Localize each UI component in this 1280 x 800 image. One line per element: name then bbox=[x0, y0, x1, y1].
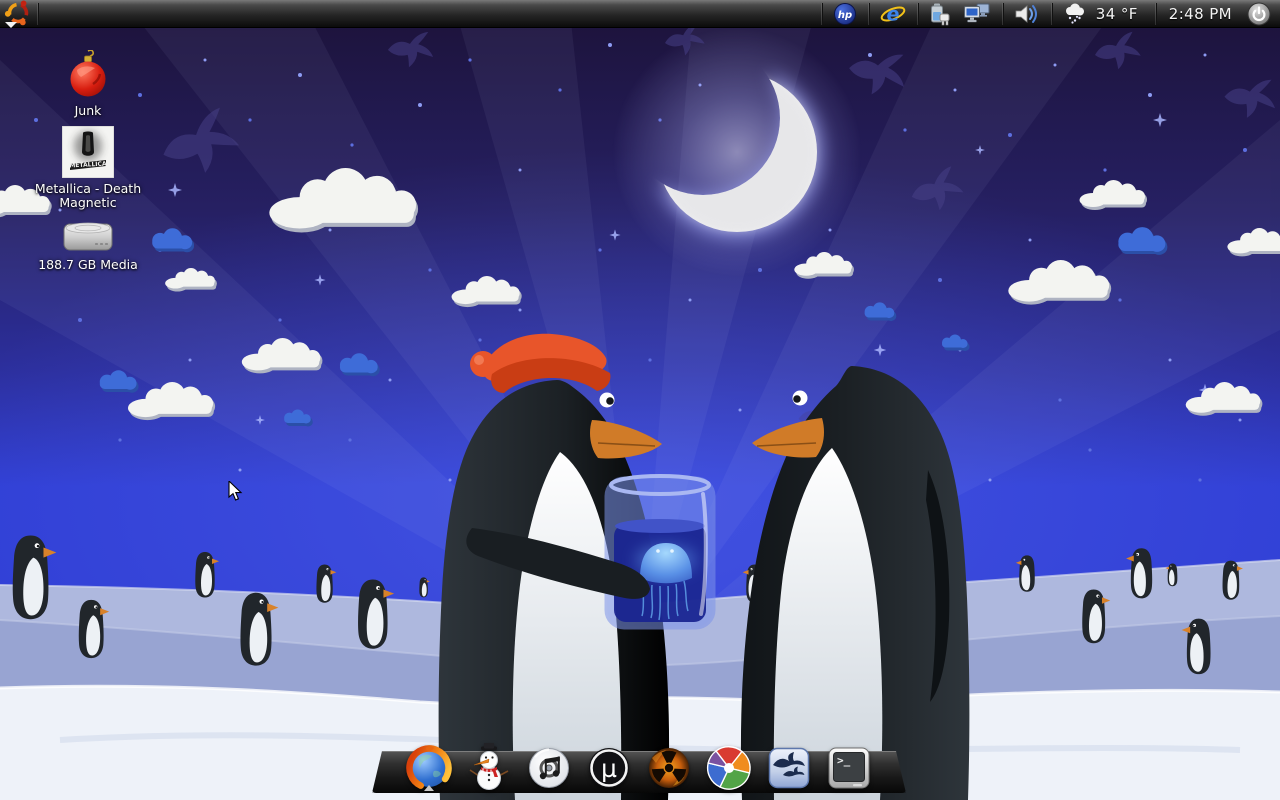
hard-drive-icon bbox=[63, 222, 113, 251]
panel-separator bbox=[820, 2, 822, 25]
volume-icon bbox=[1015, 4, 1037, 23]
terminal-icon: >_ bbox=[828, 747, 870, 789]
radiation-icon bbox=[649, 748, 689, 788]
desktop-icon-media-drive[interactable]: 188.7 GB Media bbox=[30, 218, 146, 272]
dock: µ >_ bbox=[372, 741, 906, 791]
album-cover-icon: METALLICA bbox=[62, 126, 114, 178]
svg-text:hp: hp bbox=[838, 10, 852, 21]
desktop-icon-junk[interactable]: Junk bbox=[30, 50, 146, 118]
svg-text:>_: >_ bbox=[837, 754, 851, 767]
power-icon bbox=[1247, 2, 1271, 25]
svg-text:e: e bbox=[886, 3, 899, 25]
desktop-icon-label: 188.7 GB Media bbox=[38, 257, 138, 272]
weather-applet[interactable]: 34 °F bbox=[1059, 2, 1148, 26]
right-penguin bbox=[740, 366, 970, 800]
internet-explorer-tray-icon[interactable]: e bbox=[876, 0, 910, 27]
clock[interactable]: 2:48 PM bbox=[1163, 5, 1238, 23]
menu-dropdown-arrow bbox=[5, 22, 17, 28]
panel-separator bbox=[867, 2, 869, 25]
dock-item-utorrent[interactable]: µ bbox=[586, 743, 632, 791]
top-panel: hp e 34 °F 2:48 PM bbox=[0, 0, 1280, 28]
openoffice-icon bbox=[768, 747, 810, 789]
panel-separator bbox=[1154, 2, 1156, 25]
desktop-icon-metallica[interactable]: METALLICA Metallica - Death Magnetic bbox=[30, 126, 146, 211]
dock-item-snowman[interactable] bbox=[466, 743, 512, 791]
dock-item-firefox[interactable] bbox=[406, 743, 452, 791]
battery-plug-icon bbox=[930, 3, 950, 25]
hp-tray-icon[interactable]: hp bbox=[829, 0, 861, 27]
panel-separator bbox=[1001, 2, 1003, 25]
dock-item-picasa[interactable] bbox=[706, 743, 752, 791]
utorrent-icon: µ bbox=[589, 748, 629, 788]
picasa-icon bbox=[706, 746, 751, 790]
internet-explorer-icon: e bbox=[880, 3, 906, 25]
snow-cloud-icon bbox=[1065, 3, 1084, 24]
svg-text:µ: µ bbox=[601, 754, 617, 783]
desktop-icon-label: Metallica - Death Magnetic bbox=[34, 181, 142, 211]
dock-item-terminal[interactable]: >_ bbox=[826, 743, 872, 791]
volume-tray-icon[interactable] bbox=[1010, 0, 1044, 27]
temperature-label: 34 °F bbox=[1095, 4, 1138, 23]
wallpaper-art bbox=[0, 0, 1280, 800]
network-tray-icon[interactable] bbox=[959, 0, 995, 27]
ubuntu-menu-button[interactable] bbox=[0, 0, 34, 28]
network-computers-icon bbox=[963, 3, 990, 22]
desktop-icon-label: Junk bbox=[74, 103, 102, 118]
hp-logo-icon: hp bbox=[833, 2, 856, 25]
cd-music-icon bbox=[529, 748, 569, 788]
dock-item-openoffice[interactable] bbox=[766, 743, 812, 791]
battery-tray-icon[interactable] bbox=[925, 0, 955, 27]
panel-separator bbox=[1050, 2, 1052, 25]
desktop-screen: hp e 34 °F 2:48 PM Junk METALLICA Metall… bbox=[0, 0, 1280, 800]
christmas-ornament-icon bbox=[70, 50, 106, 97]
panel-separator bbox=[916, 2, 918, 25]
running-app-indicator bbox=[424, 785, 434, 791]
dock-item-cd-music[interactable] bbox=[526, 743, 572, 791]
panel-separator bbox=[37, 2, 38, 25]
dock-item-radiation[interactable] bbox=[646, 743, 692, 791]
power-button[interactable] bbox=[1242, 0, 1276, 27]
moon bbox=[612, 27, 862, 277]
snowman-icon bbox=[469, 743, 509, 790]
